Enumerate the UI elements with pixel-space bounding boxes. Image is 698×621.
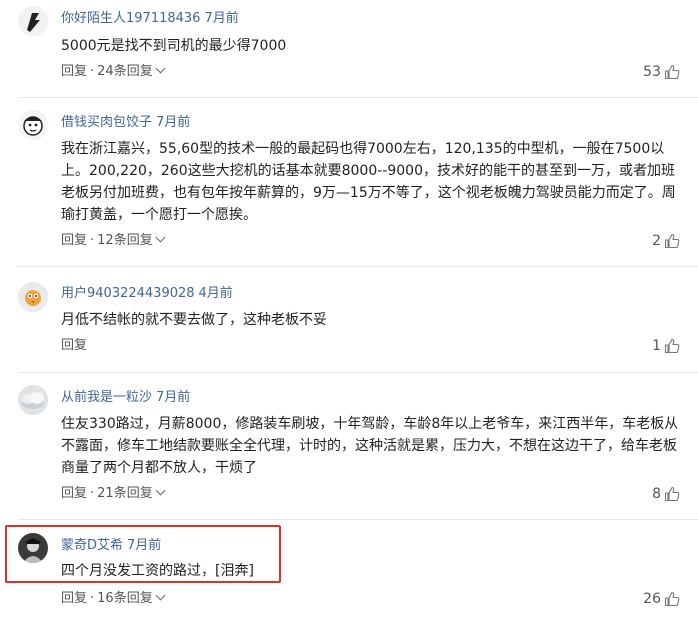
thumbs-up-icon <box>664 338 680 354</box>
comment-text: 我在浙江嘉兴，55,60型的技术一般的最起码也得7000左右，120,135的中… <box>61 141 676 223</box>
divider <box>18 97 698 98</box>
like-count: 8 <box>652 486 661 502</box>
thumbs-up-icon <box>664 486 680 502</box>
thumbs-up-icon <box>664 591 680 607</box>
comment-username[interactable]: 从前我是一粒沙 <box>61 390 152 405</box>
chevron-down-icon <box>155 485 166 496</box>
comment-username[interactable]: 用户9403224439028 <box>61 286 195 301</box>
reply-button[interactable]: 回复 <box>61 338 87 353</box>
avatar[interactable] <box>18 282 48 312</box>
reply-button[interactable]: 回复 <box>61 64 87 79</box>
avatar[interactable] <box>18 385 48 415</box>
like-button[interactable]: 8 <box>652 485 680 503</box>
reply-button[interactable]: 回复 <box>61 591 87 606</box>
view-replies-button[interactable]: 24条回复 <box>97 63 166 79</box>
avatar[interactable] <box>18 533 48 563</box>
comment-time: 7月前 <box>204 11 239 26</box>
like-button[interactable]: 53 <box>643 63 680 81</box>
chevron-down-icon <box>155 63 166 74</box>
comment-time: 7月前 <box>156 115 191 130</box>
chevron-down-icon <box>155 232 166 243</box>
thumbs-up-icon <box>664 64 680 80</box>
like-count: 1 <box>652 338 661 354</box>
comment-username[interactable]: 借钱买肉包饺子 <box>61 115 152 130</box>
like-count: 26 <box>643 591 661 607</box>
thumbs-up-icon <box>664 233 680 249</box>
comment-text: 四个月没发工资的路过，[泪奔] <box>61 563 254 579</box>
comment-time: 4月前 <box>198 286 233 301</box>
comment-time: 7月前 <box>156 390 191 405</box>
like-button[interactable]: 1 <box>652 337 680 355</box>
view-replies-button[interactable]: 21条回复 <box>97 485 166 501</box>
like-count: 2 <box>652 233 661 249</box>
comment-username[interactable]: 蒙奇D艾希 <box>61 538 123 553</box>
like-button[interactable]: 26 <box>643 590 680 608</box>
like-count: 53 <box>643 64 661 80</box>
comment-text: 住友330路过，月薪8000，修路装车刷坡，十年驾龄，车龄8年以上老爷车，来江西… <box>61 416 679 476</box>
reply-button[interactable]: 回复 <box>61 233 87 248</box>
avatar[interactable] <box>18 110 48 140</box>
comment-text: 5000元是找不到司机的最少得7000 <box>61 38 287 54</box>
reply-button[interactable]: 回复 <box>61 486 87 501</box>
view-replies-button[interactable]: 16条回复 <box>97 590 166 606</box>
avatar[interactable] <box>18 6 48 36</box>
comment-username[interactable]: 你好陌生人197118436 <box>61 11 200 26</box>
comment-time: 7月前 <box>127 538 162 553</box>
comment-text: 月低不结帐的就不要去做了，这种老板不妥 <box>61 312 327 328</box>
divider <box>18 519 698 520</box>
divider <box>18 266 698 267</box>
divider <box>18 372 698 373</box>
view-replies-button[interactable]: 12条回复 <box>97 232 166 248</box>
chevron-down-icon <box>155 590 166 601</box>
like-button[interactable]: 2 <box>652 232 680 250</box>
